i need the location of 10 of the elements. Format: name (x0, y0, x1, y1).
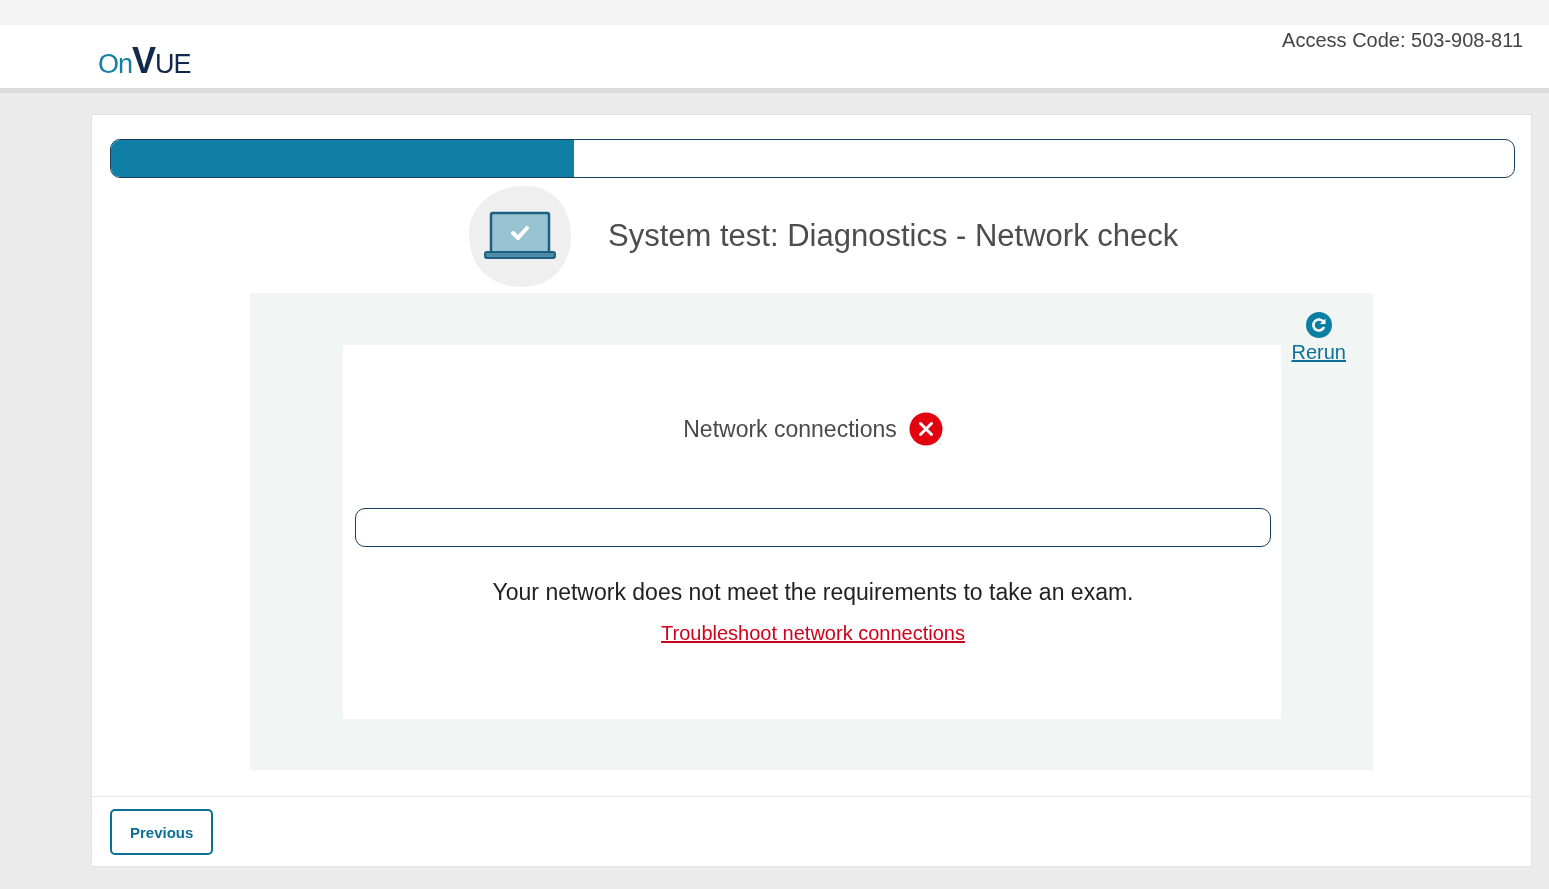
refresh-icon[interactable] (1305, 312, 1332, 338)
page-title: System test: Diagnostics - Network check (608, 218, 1179, 254)
previous-button[interactable]: Previous (110, 809, 214, 855)
error-message: Your network does not meet the requirements to take an exam. (492, 579, 1134, 606)
laptop-check-icon (468, 184, 572, 288)
logo: OnVUE (98, 43, 191, 79)
rerun-link[interactable]: Rerun (1291, 341, 1346, 364)
access-code: Access Code: 503-908-811 (1282, 29, 1523, 53)
check-label: Network connections (683, 415, 897, 443)
troubleshoot-link[interactable]: Troubleshoot network connections (661, 622, 965, 645)
